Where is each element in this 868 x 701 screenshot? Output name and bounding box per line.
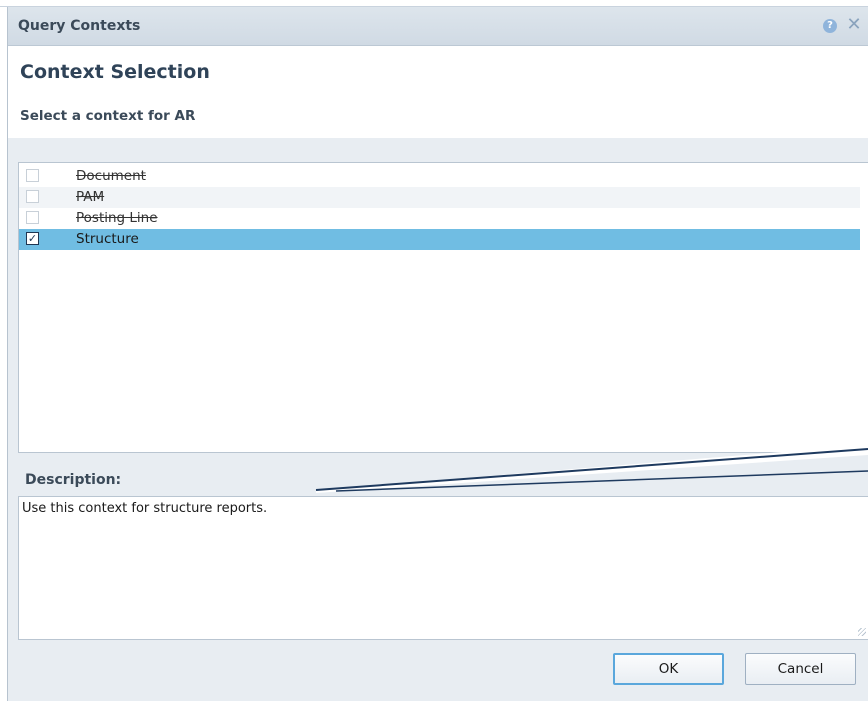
description-text: Use this context for structure reports. [22,501,268,516]
description-box[interactable]: Use this context for structure reports. [18,496,868,640]
checkbox[interactable] [26,211,39,224]
dialog-title: Query Contexts [18,18,141,34]
page-subtitle: Select a context for AR [20,108,196,124]
list-item-posting-line[interactable]: Posting Line [19,208,860,229]
context-list[interactable]: Document PAM Posting Line ✓ Structure [18,162,868,453]
checkbox[interactable] [26,190,39,203]
list-item-structure[interactable]: ✓ Structure [19,229,860,250]
list-item-pam[interactable]: PAM [19,187,860,208]
top-strip [0,0,868,7]
dialog-titlebar[interactable]: Query Contexts ? ✕ [8,7,868,46]
ok-button[interactable]: OK [613,653,724,685]
cancel-button[interactable]: Cancel [745,653,856,685]
close-icon[interactable]: ✕ [844,14,864,36]
checkbox[interactable] [26,169,39,182]
list-item-label: PAM [76,189,105,205]
page-title: Context Selection [20,61,210,83]
checkbox-checked[interactable]: ✓ [26,232,39,245]
resize-grip-icon[interactable] [858,628,866,636]
description-label: Description: [25,472,122,488]
help-icon[interactable]: ? [823,19,837,33]
query-contexts-dialog: Query Contexts ? ✕ Context Selection Sel… [7,7,868,701]
list-item-label: Posting Line [76,210,158,226]
list-item-document[interactable]: Document [19,166,860,187]
dialog-header: Context Selection Select a context for A… [8,46,868,138]
list-item-label: Document [76,168,146,184]
list-item-label: Structure [76,231,139,247]
